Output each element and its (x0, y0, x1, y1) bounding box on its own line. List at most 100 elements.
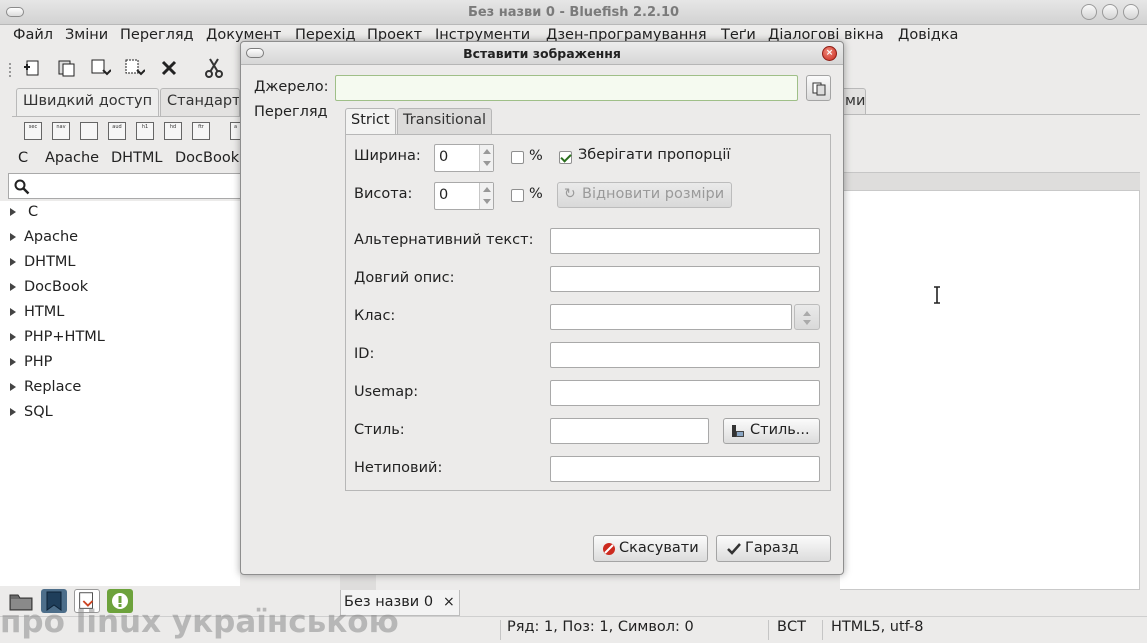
header-tag-icon[interactable]: hd (164, 122, 182, 140)
tree-item-dhtml[interactable]: DHTML (0, 251, 240, 276)
window-title: Без назви 0 - Bluefish 2.2.10 (467, 5, 680, 20)
expand-arrow-icon[interactable] (10, 408, 16, 416)
tree-item-php-html[interactable]: PHP+HTML (0, 326, 240, 351)
usemap-label: Usemap: (354, 384, 419, 400)
snippet-c[interactable]: C (18, 150, 28, 166)
class-dropdown-button[interactable] (794, 304, 820, 330)
width-label: Ширина: (354, 148, 421, 164)
height-percent-checkbox[interactable] (511, 189, 524, 202)
expand-arrow-icon[interactable] (10, 358, 16, 366)
tree-item-sql[interactable]: SQL (0, 401, 240, 426)
preview-tab[interactable]: Перегляд (254, 104, 328, 120)
expand-arrow-icon[interactable] (10, 208, 16, 216)
section-tag-icon[interactable]: sec (24, 122, 42, 140)
tab-strict[interactable]: Strict (345, 108, 396, 134)
tree-item-docbook[interactable]: DocBook (0, 276, 240, 301)
source-label: Джерело: (254, 79, 329, 95)
id-input[interactable] (550, 342, 820, 368)
snippet-dhtml[interactable]: DHTML (111, 150, 163, 166)
browse-source-button[interactable] (806, 75, 831, 101)
expand-arrow-icon[interactable] (10, 333, 16, 341)
menu-edit[interactable]: Зміни (65, 27, 108, 43)
expand-arrow-icon[interactable] (10, 308, 16, 316)
menu-view[interactable]: Перегляд (120, 27, 194, 43)
spin-down-icon[interactable] (483, 161, 491, 166)
nav-tag-icon[interactable]: nav (52, 122, 70, 140)
height-label: Висота: (354, 186, 413, 202)
tab-quick-access[interactable]: Швидкий доступ (16, 88, 160, 116)
expand-arrow-icon[interactable] (10, 233, 16, 241)
tree-item-c[interactable]: C (0, 201, 240, 226)
expand-arrow-icon[interactable] (10, 383, 16, 391)
alt-text-input[interactable] (550, 228, 820, 254)
tree-item-replace[interactable]: Replace (0, 376, 240, 401)
style-label: Стиль: (354, 422, 405, 438)
menu-file[interactable]: Файл (13, 27, 53, 43)
status-insert-mode[interactable]: ВСТ (777, 619, 806, 635)
article-tag-icon[interactable] (80, 122, 98, 140)
spin-down-icon[interactable] (483, 199, 491, 204)
width-percent-checkbox[interactable] (511, 151, 524, 164)
source-input[interactable] (335, 75, 798, 101)
new-file-icon[interactable] (21, 57, 43, 79)
checkmark-icon (727, 543, 741, 555)
width-spinner[interactable]: 0 (434, 144, 494, 172)
height-spinner[interactable]: 0 (434, 182, 494, 210)
spin-down-icon (803, 320, 811, 325)
snippet-search-input[interactable] (8, 173, 240, 199)
close-tab-icon[interactable]: × (443, 594, 455, 610)
maximize-button[interactable] (1102, 4, 1118, 20)
expand-arrow-icon[interactable] (10, 258, 16, 266)
snippets-bar: C Apache DHTML DocBook (12, 148, 240, 170)
keep-ratio-checkbox[interactable] (559, 151, 572, 164)
spin-up-icon[interactable] (483, 149, 491, 154)
minimize-button[interactable] (1081, 4, 1097, 20)
id-label: ID: (354, 346, 375, 362)
width-percent-label: % (529, 148, 543, 164)
refresh-icon: ↻ (564, 186, 576, 202)
tree-item-apache[interactable]: Apache (0, 226, 240, 251)
reset-size-button[interactable]: ↻ Відновити розміри (557, 182, 732, 208)
tree-item-php[interactable]: PHP (0, 351, 240, 376)
dialog-menu-handle[interactable] (246, 48, 264, 58)
tab-transitional[interactable]: Transitional (397, 108, 493, 134)
custom-input[interactable] (550, 456, 820, 482)
ok-button[interactable]: Гаразд (716, 535, 831, 562)
tag-toolbar: sec nav aud h1 hd ftr a (12, 116, 240, 148)
cancel-button[interactable]: Скасувати (593, 535, 708, 562)
alt-text-label: Альтернативний текст: (354, 232, 534, 248)
audio-tag-icon[interactable]: aud (108, 122, 126, 140)
dialog-close-button[interactable]: × (822, 46, 837, 61)
toolbar-grip[interactable] (9, 63, 12, 77)
expand-arrow-icon[interactable] (10, 283, 16, 291)
close-window-button[interactable] (1123, 4, 1139, 20)
spinner-arrows[interactable] (479, 145, 493, 171)
status-separator (822, 620, 823, 640)
open-file-icon[interactable] (55, 57, 77, 79)
class-combo-input[interactable] (550, 304, 792, 330)
spin-up-icon[interactable] (483, 187, 491, 192)
status-encoding[interactable]: HTML5, utf-8 (831, 619, 923, 635)
tab-standard[interactable]: Стандарт (160, 88, 240, 116)
close-file-icon[interactable] (158, 57, 180, 79)
menu-help[interactable]: Довідка (898, 27, 958, 43)
long-description-input[interactable] (550, 266, 820, 292)
save-as-icon[interactable] (123, 57, 145, 79)
editor-area[interactable] (840, 190, 1140, 590)
style-button[interactable]: Стиль... (723, 418, 820, 444)
spinner-arrows[interactable] (479, 183, 493, 209)
snippet-docbook[interactable]: DocBook (175, 150, 239, 166)
snippet-apache[interactable]: Apache (45, 150, 99, 166)
watermark-text: про linux українською (0, 604, 399, 640)
heading-tag-icon[interactable]: h1 (136, 122, 154, 140)
usemap-input[interactable] (550, 380, 820, 406)
anchor-tag-icon[interactable]: a (230, 122, 240, 140)
tag-toolbar-right (840, 114, 1140, 148)
status-separator (768, 620, 769, 640)
window-menu-handle[interactable] (6, 7, 24, 17)
style-input[interactable] (550, 418, 709, 444)
tree-item-html[interactable]: HTML (0, 301, 240, 326)
save-icon[interactable] (89, 57, 111, 79)
footer-tag-icon[interactable]: ftr (192, 122, 210, 140)
cut-icon[interactable] (203, 57, 225, 79)
